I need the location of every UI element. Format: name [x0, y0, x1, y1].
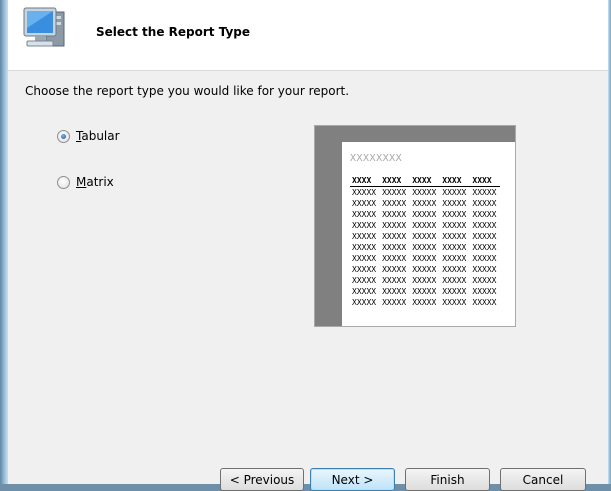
preview-cell: XXXXX [412, 265, 437, 274]
preview-cell: XXXXX [472, 254, 497, 263]
previous-button[interactable]: < Previous [220, 468, 304, 491]
label-text: atrix [86, 175, 114, 189]
preview-table: XXXX XXXX XXXX XXXX XXXX XXXXX XXXXX XXXXX… [350, 176, 501, 309]
preview-cell: XXXXX [442, 298, 467, 307]
wizard-header: Select the Report Type [8, 0, 608, 71]
preview-cell: XXXXX [352, 210, 377, 219]
preview-row: XXXXX XXXXX XXXXX XXXXX XXXXX [350, 286, 500, 297]
preview-cell: XXXXX [382, 188, 407, 197]
preview-cell: XXXXX [352, 199, 377, 208]
radio-tabular-label[interactable]: Tabular [76, 129, 120, 143]
preview-cell: XXXXX [382, 265, 407, 274]
preview-page: XXXXXXXX XXXX XXXX XXXX XXXX XXXX XXXXX X… [342, 142, 515, 326]
preview-cell: XXXXX [442, 265, 467, 274]
preview-cell: XXXXX [352, 254, 377, 263]
preview-cell: XXXXX [352, 276, 377, 285]
preview-cell: XXXXX [412, 287, 437, 296]
instruction-text: Choose the report type you would like fo… [25, 84, 350, 98]
preview-header-row: XXXX XXXX XXXX XXXX XXXX [350, 176, 501, 187]
preview-row: XXXXX XXXXX XXXXX XXXXX XXXXX [350, 220, 500, 231]
preview-cell: XXXXX [472, 188, 497, 197]
preview-cell: XXXXX [472, 199, 497, 208]
preview-cell: XXXXX [412, 298, 437, 307]
radio-tabular[interactable]: Tabular [57, 129, 120, 143]
window-frame-left [0, 0, 8, 484]
preview-cell: XXXXX [442, 243, 467, 252]
preview-cell: XXXXX [352, 298, 377, 307]
preview-cell: XXXXX [442, 287, 467, 296]
preview-header-cell: XXXX [440, 176, 471, 187]
preview-cell: XXXXX [352, 243, 377, 252]
preview-cell: XXXXX [472, 287, 497, 296]
preview-cell: XXXXX [352, 188, 377, 197]
preview-cell: XXXXX [382, 199, 407, 208]
preview-row: XXXXX XXXXX XXXXX XXXXX XXXXX [350, 264, 500, 275]
preview-cell: XXXXX [472, 221, 497, 230]
preview-cell: XXXXX [472, 210, 497, 219]
preview-table-body: XXXXX XXXXX XXXXX XXXXX XXXXX XXXXX XXXXX XXXXX… [350, 187, 500, 309]
preview-header-cell: XXXX [410, 176, 441, 187]
preview-cell: XXXXX [412, 199, 437, 208]
preview-cell: XXXXX [472, 298, 497, 307]
preview-cell: XXXXX [442, 188, 467, 197]
preview-cell: XXXXX [442, 199, 467, 208]
report-preview: XXXXXXXX XXXX XXXX XXXX XXXX XXXX XXXXX X… [314, 125, 516, 327]
preview-cell: XXXXX [472, 276, 497, 285]
preview-row: XXXXX XXXXX XXXXX XXXXX XXXXX [350, 187, 500, 199]
computer-monitor-icon [23, 7, 65, 47]
mnemonic-letter: M [76, 175, 87, 189]
radio-matrix-label[interactable]: Matrix [76, 175, 114, 189]
preview-cell: XXXXX [442, 221, 467, 230]
preview-cell: XXXXX [442, 276, 467, 285]
preview-cell: XXXXX [382, 221, 407, 230]
radio-dot [61, 133, 66, 139]
preview-row: XXXXX XXXXX XXXXX XXXXX XXXXX [350, 253, 500, 264]
preview-row: XXXXX XXXXX XXXXX XXXXX XXXXX [350, 242, 500, 253]
preview-cell: XXXXX [412, 254, 437, 263]
preview-cell: XXXXX [442, 254, 467, 263]
preview-cell: XXXXX [382, 287, 407, 296]
radio-button-unchecked[interactable] [57, 175, 70, 189]
preview-cell: XXXXX [412, 232, 437, 241]
preview-cell: XXXXX [442, 210, 467, 219]
preview-cell: XXXXX [442, 232, 467, 241]
preview-cell: XXXXX [352, 287, 377, 296]
next-button[interactable]: Next > [310, 468, 395, 491]
preview-cell: XXXXX [412, 243, 437, 252]
preview-cell: XXXXX [472, 232, 497, 241]
preview-row: XXXXX XXXXX XXXXX XXXXX XXXXX [350, 209, 500, 220]
page-title: Select the Report Type [96, 25, 251, 39]
preview-cell: XXXXX [412, 276, 437, 285]
preview-cell: XXXXX [472, 265, 497, 274]
preview-row: XXXXX XXXXX XXXXX XXXXX XXXXX [350, 231, 500, 242]
preview-header-cell: XXXX [380, 176, 411, 187]
preview-header-cell: XXXX [470, 176, 501, 187]
preview-cell: XXXXX [382, 254, 407, 263]
wizard-content: Choose the report type you would like fo… [8, 71, 608, 491]
cancel-button[interactable]: Cancel [500, 468, 586, 491]
radio-button-checked[interactable] [57, 129, 70, 143]
preview-cell: XXXXX [382, 232, 407, 241]
radio-matrix[interactable]: Matrix [57, 175, 114, 189]
preview-row: XXXXX XXXXX XXXXX XXXXX XXXXX [350, 297, 500, 308]
preview-cell: XXXXX [472, 243, 497, 252]
preview-cell: XXXXX [352, 232, 377, 241]
preview-cell: XXXXX [382, 276, 407, 285]
preview-header-cell: XXXX [350, 176, 381, 187]
preview-cell: XXXXX [412, 221, 437, 230]
preview-row: XXXXX XXXXX XXXXX XXXXX XXXXX [350, 198, 500, 209]
preview-cell: XXXXX [382, 298, 407, 307]
preview-cell: XXXXX [412, 210, 437, 219]
preview-cell: XXXXX [382, 210, 407, 219]
preview-row: XXXXX XXXXX XXXXX XXXXX XXXXX [350, 275, 500, 286]
finish-button[interactable]: Finish [405, 468, 490, 491]
preview-cell: XXXXX [352, 265, 377, 274]
preview-cell: XXXXX [382, 243, 407, 252]
preview-cell: XXXXX [352, 221, 377, 230]
preview-cell: XXXXX [412, 188, 437, 197]
label-text: abular [81, 129, 120, 143]
preview-title: XXXXXXXX [350, 153, 403, 164]
